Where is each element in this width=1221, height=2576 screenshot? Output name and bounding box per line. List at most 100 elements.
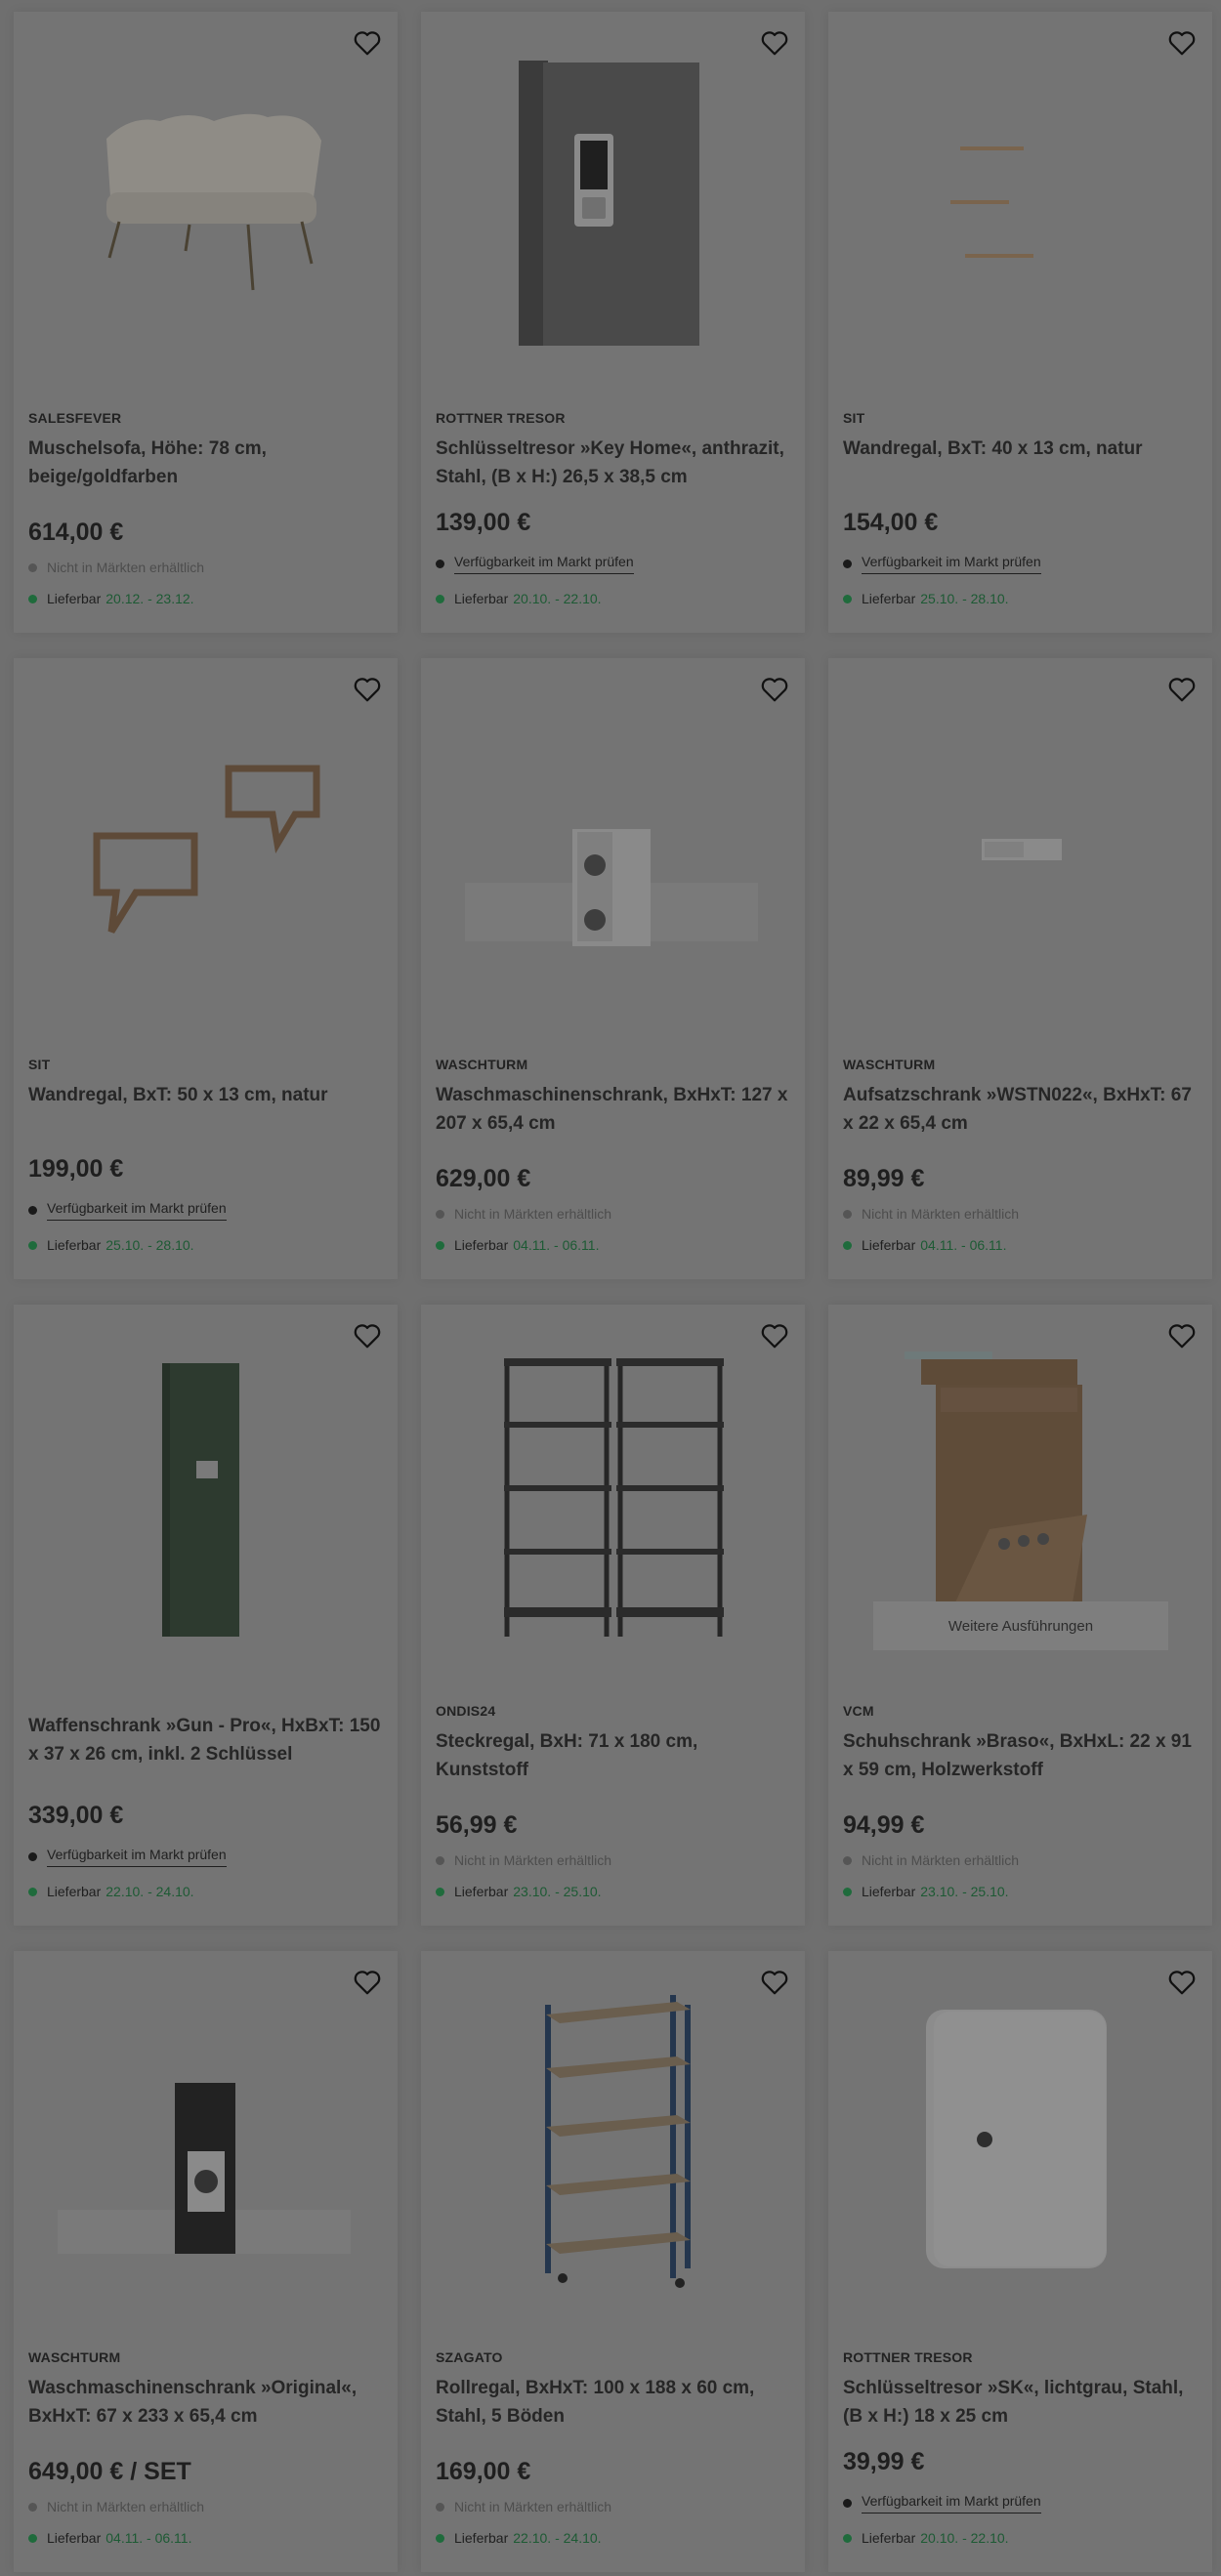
status-dot (436, 594, 444, 603)
product-name[interactable]: Waschmaschinenschrank »Original«, BxHxT:… (28, 2374, 383, 2431)
market-availability: Nicht in Märkten erhältlich (28, 2499, 204, 2514)
product-name[interactable]: Waschmaschinenschrank, BxHxT: 127 x 207 … (436, 1081, 790, 1138)
product-image[interactable] (828, 1951, 1212, 2342)
status-dot (28, 594, 37, 603)
delivery-info: Lieferbar 22.10. - 24.10. (28, 1884, 194, 1899)
product-name[interactable]: Aufsatzschrank »WSTN022«, BxHxT: 67 x 22… (843, 1081, 1198, 1138)
delivery-info: Lieferbar 04.11. - 06.11. (843, 1237, 1006, 1253)
check-market-availability-link[interactable]: Verfügbarkeit im Markt prüfen (843, 554, 1041, 574)
key-safe-image (519, 61, 699, 346)
market-availability: Nicht in Märkten erhältlich (843, 1206, 1019, 1222)
product-price: 169,00 € (436, 2458, 531, 2485)
product-brand: SALESFEVER (28, 410, 122, 426)
check-market-availability-link[interactable]: Verfügbarkeit im Markt prüfen (28, 1847, 227, 1867)
product-grid: SALESFEVER Muschelsofa, Höhe: 78 cm, bei… (14, 12, 1215, 2572)
check-market-availability-link[interactable]: Verfügbarkeit im Markt prüfen (28, 1200, 227, 1221)
delivery-info: Lieferbar 25.10. - 28.10. (843, 591, 1009, 606)
product-brand: SIT (28, 1057, 51, 1072)
rolling-shelf-image (545, 1995, 691, 2288)
product-card[interactable]: SALESFEVER Muschelsofa, Höhe: 78 cm, bei… (14, 12, 398, 633)
product-image[interactable] (421, 12, 805, 402)
favorite-heart-icon[interactable] (1167, 29, 1197, 57)
delivery-info: Lieferbar 20.10. - 22.10. (843, 2530, 1009, 2546)
product-card[interactable]: WASCHTURM Waschmaschinenschrank »Origina… (14, 1951, 398, 2572)
status-dot (436, 2502, 444, 2512)
status-dot (28, 2533, 37, 2543)
product-image[interactable] (14, 658, 398, 1049)
product-name[interactable]: Steckregal, BxH: 71 x 180 cm, Kunststoff (436, 1727, 790, 1784)
favorite-heart-icon[interactable] (1167, 676, 1197, 703)
status-dot (843, 1855, 852, 1865)
product-card[interactable]: SIT Wandregal, BxT: 50 x 13 cm, natur 19… (14, 658, 398, 1279)
market-availability: Nicht in Märkten erhältlich (436, 1206, 611, 1222)
product-price: 94,99 € (843, 1811, 925, 1839)
product-image[interactable] (421, 1951, 805, 2342)
product-name[interactable]: Muschelsofa, Höhe: 78 cm, beige/goldfarb… (28, 435, 383, 491)
check-market-availability-link[interactable]: Verfügbarkeit im Markt prüfen (436, 554, 634, 574)
status-dot (28, 1206, 37, 1215)
status-dot (28, 1240, 37, 1250)
delivery-info: Lieferbar 22.10. - 24.10. (436, 2530, 602, 2546)
status-dot (436, 1855, 444, 1865)
product-price: 629,00 € (436, 1165, 531, 1192)
favorite-heart-icon[interactable] (1167, 1322, 1197, 1350)
product-name[interactable]: Wandregal, BxT: 50 x 13 cm, natur (28, 1081, 383, 1109)
product-image[interactable] (14, 1951, 398, 2342)
product-name[interactable]: Schlüsseltresor »Key Home«, anthrazit, S… (436, 435, 790, 491)
status-dot (436, 560, 444, 568)
product-card[interactable]: ONDIS24 Steckregal, BxH: 71 x 180 cm, Ku… (421, 1305, 805, 1926)
product-image[interactable] (828, 12, 1212, 402)
favorite-heart-icon[interactable] (353, 29, 382, 57)
product-brand: WASCHTURM (843, 1057, 936, 1072)
product-price: 649,00 € / SET (28, 2458, 191, 2485)
status-dot (28, 2502, 37, 2512)
product-name[interactable]: Waffenschrank »Gun - Pro«, HxBxT: 150 x … (28, 1712, 383, 1768)
favorite-heart-icon[interactable] (760, 1322, 789, 1350)
product-image[interactable] (14, 12, 398, 402)
market-availability: Nicht in Märkten erhältlich (28, 560, 204, 575)
product-brand: WASCHTURM (436, 1057, 528, 1072)
status-dot (28, 1852, 37, 1861)
product-card[interactable]: ROTTNER TRESOR Schlüsseltresor »SK«, lic… (828, 1951, 1212, 2572)
market-availability: Nicht in Märkten erhältlich (436, 1852, 611, 1868)
favorite-heart-icon[interactable] (760, 676, 789, 703)
product-card[interactable]: Waffenschrank »Gun - Pro«, HxBxT: 150 x … (14, 1305, 398, 1926)
check-market-availability-link[interactable]: Verfügbarkeit im Markt prüfen (843, 2493, 1041, 2514)
status-dot (843, 1240, 852, 1250)
status-dot (843, 560, 852, 568)
delivery-info: Lieferbar 04.11. - 06.11. (28, 2530, 191, 2546)
product-card[interactable]: SZAGATO Rollregal, BxHxT: 100 x 188 x 60… (421, 1951, 805, 2572)
product-card[interactable]: WASCHTURM Waschmaschinenschrank, BxHxT: … (421, 658, 805, 1279)
status-dot (436, 2533, 444, 2543)
product-card[interactable]: WASCHTURM Aufsatzschrank »WSTN022«, BxHx… (828, 658, 1212, 1279)
product-image[interactable] (14, 1305, 398, 1695)
status-dot (28, 1887, 37, 1896)
favorite-heart-icon[interactable] (353, 1969, 382, 1996)
favorite-heart-icon[interactable] (1167, 1969, 1197, 1996)
product-card[interactable]: ROTTNER TRESOR Schlüsseltresor »Key Home… (421, 12, 805, 633)
product-image[interactable] (421, 658, 805, 1049)
product-image[interactable] (421, 1305, 805, 1695)
favorite-heart-icon[interactable] (760, 1969, 789, 1996)
product-image[interactable]: Weitere Ausführungen (828, 1305, 1212, 1695)
favorite-heart-icon[interactable] (353, 1322, 382, 1350)
product-name[interactable]: Schlüsseltresor »SK«, lichtgrau, Stahl, … (843, 2374, 1198, 2431)
product-price: 339,00 € (28, 1802, 124, 1829)
key-box-image (926, 2010, 1107, 2268)
product-card[interactable]: SIT Wandregal, BxT: 40 x 13 cm, natur 15… (828, 12, 1212, 633)
product-price: 56,99 € (436, 1811, 518, 1839)
product-name[interactable]: Wandregal, BxT: 40 x 13 cm, natur (843, 435, 1198, 463)
product-name[interactable]: Rollregal, BxHxT: 100 x 188 x 60 cm, Sta… (436, 2374, 790, 2431)
favorite-heart-icon[interactable] (353, 676, 382, 703)
gun-cabinet-image (162, 1363, 239, 1637)
product-name[interactable]: Schuhschrank »Braso«, BxHxL: 22 x 91 x 5… (843, 1727, 1198, 1784)
favorite-heart-icon[interactable] (760, 29, 789, 57)
more-variants-button[interactable]: Weitere Ausführungen (873, 1601, 1168, 1650)
product-image[interactable] (828, 658, 1212, 1049)
market-availability: Nicht in Märkten erhältlich (843, 1852, 1019, 1868)
product-brand: SZAGATO (436, 2349, 503, 2365)
delivery-info: Lieferbar 20.10. - 22.10. (436, 591, 602, 606)
product-card[interactable]: Weitere Ausführungen VCM Schuhschrank »B… (828, 1305, 1212, 1926)
product-price: 139,00 € (436, 509, 531, 536)
status-dot (436, 1240, 444, 1250)
